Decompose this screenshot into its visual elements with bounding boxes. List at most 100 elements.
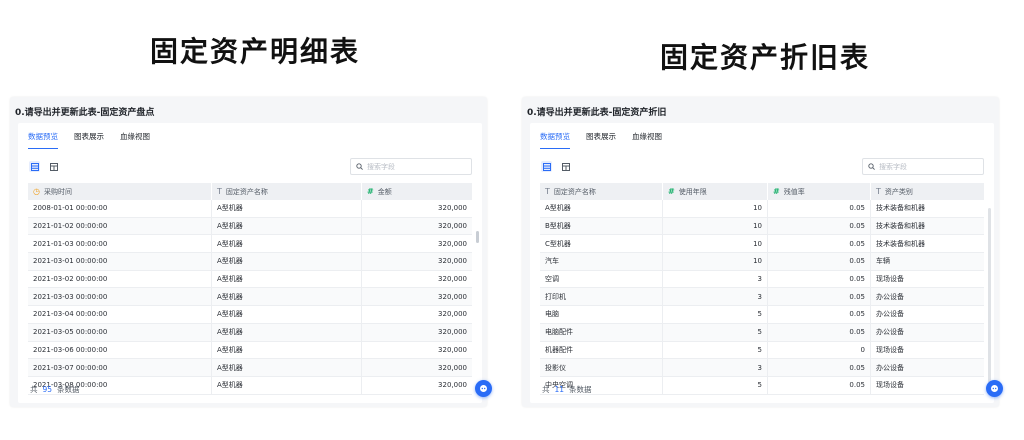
right-view-toggle [541,161,571,172]
left-scrollbar[interactable] [476,231,479,243]
right-tabs: 数据预览 图表展示 血缘视图 [540,131,662,149]
column-header[interactable]: T 资产类别 [871,183,984,200]
tab-chart-view[interactable]: 图表展示 [74,131,104,149]
table-cell: 5 [663,323,768,341]
table-row[interactable]: 空调 3 0.05 现场设备 [540,270,984,289]
table-row[interactable]: 机器配件 5 0 现场设备 [540,341,984,360]
column-header[interactable]: # 金额 [362,183,472,200]
table-row[interactable]: 中央空调 5 0.05 现场设备 [540,376,984,395]
left-tabs: 数据预览 图表展示 血缘视图 [28,131,150,149]
table-cell: 2021-03-05 00:00:00 [28,323,212,341]
right-panel-title: 0.请导出并更新此表-固定资产折旧 [527,108,667,118]
grid-view-icon[interactable] [48,161,59,172]
table-row[interactable]: 2021-01-03 00:00:00 A型机器 320,000 [28,235,472,254]
text-type-icon: T [217,187,222,196]
table-cell: A型机器 [212,235,362,253]
right-scrollbar[interactable] [988,208,991,383]
table-row[interactable]: 2008-01-01 00:00:00 A型机器 320,000 [28,200,472,218]
table-cell: 0.05 [768,323,871,341]
table-cell: 2008-01-01 00:00:00 [28,200,212,217]
left-record-count: 共 95 条数据 [30,385,80,394]
table-cell: A型机器 [212,270,362,288]
table-view-icon[interactable] [29,161,40,172]
table-row[interactable]: 2021-03-05 00:00:00 A型机器 320,000 [28,323,472,342]
table-row[interactable]: C型机器 10 0.05 技术装备和机器 [540,235,984,254]
table-cell: 320,000 [438,275,467,284]
grid-view-icon[interactable] [560,161,571,172]
column-header[interactable]: # 残值率 [768,183,871,200]
table-row[interactable]: 电脑 5 0.05 办公设备 [540,306,984,324]
table-cell: 车辆 [876,257,890,266]
table-cell: A型机器 [212,323,362,341]
table-row[interactable]: 电脑配件 5 0.05 办公设备 [540,323,984,342]
tab-data-preview[interactable]: 数据预览 [540,131,570,149]
left-search-input[interactable]: 搜索字段 [350,158,472,175]
tab-lineage-view[interactable]: 血缘视图 [632,131,662,149]
table-cell: 2021-01-03 00:00:00 [28,235,212,253]
table-cell: 办公设备 [876,363,904,372]
right-search-input[interactable]: 搜索字段 [862,158,984,175]
right-panel: 0.请导出并更新此表-固定资产折旧 数据预览 图表展示 血缘视图 搜索字段 T [522,97,999,407]
tab-chart-view[interactable]: 图表展示 [586,131,616,149]
right-page-title: 固定资产折旧表 [660,41,871,74]
table-row[interactable]: 2021-03-07 00:00:00 A型机器 320,000 [28,359,472,377]
table-cell: 320,000 [438,381,467,390]
table-cell: 2021-03-07 00:00:00 [28,359,212,376]
column-header[interactable]: ◷ 采购时间 [28,183,212,200]
table-cell: 320,000 [438,239,467,248]
left-panel: 0.请导出并更新此表-固定资产盘点 数据预览 图表展示 血缘视图 搜索字段 ◷ [10,97,487,407]
tab-lineage-view[interactable]: 血缘视图 [120,131,150,149]
table-cell: 0.05 [768,359,871,376]
table-cell: 电脑 [540,306,663,323]
table-cell: 3 [663,359,768,376]
table-row[interactable]: 2021-03-08 00:00:00 A型机器 320,000 [28,376,472,395]
table-cell: 5 [663,306,768,323]
table-row[interactable]: 2021-03-03 00:00:00 A型机器 320,000 [28,288,472,307]
column-header[interactable]: T 固定资产名称 [212,183,362,200]
table-cell: 0.05 [768,200,871,217]
table-cell: 2021-03-04 00:00:00 [28,306,212,323]
search-placeholder: 搜索字段 [879,162,907,171]
table-row[interactable]: 打印机 3 0.05 办公设备 [540,288,984,307]
table-row[interactable]: 2021-03-01 00:00:00 A型机器 320,000 [28,253,472,271]
right-panel-content: 数据预览 图表展示 血缘视图 搜索字段 T 固定资产名称 # 使用年限 # 残值… [530,123,994,403]
table-cell: 320,000 [438,310,467,319]
column-header[interactable]: # 使用年限 [663,183,768,200]
table-cell: 10 [663,235,768,253]
table-cell: C型机器 [540,235,663,253]
search-placeholder: 搜索字段 [367,162,395,171]
text-type-icon: T [545,187,550,196]
table-cell: 320,000 [438,328,467,337]
left-table: ◷ 采购时间 T 固定资产名称 # 金额 2008-01-01 00:00:00… [28,183,472,395]
chat-icon [480,385,487,392]
table-cell: 320,000 [438,292,467,301]
number-type-icon: # [773,187,780,196]
assistant-button[interactable] [475,380,492,397]
table-row[interactable]: 2021-03-04 00:00:00 A型机器 320,000 [28,306,472,324]
table-cell: 现场设备 [876,381,904,390]
table-row[interactable]: 汽车 10 0.05 车辆 [540,253,984,271]
table-body: A型机器 10 0.05 技术装备和机器 B型机器 10 0.05 技术装备和机器 C型机器 10… [540,200,984,395]
table-cell: A型机器 [540,200,663,217]
table-row[interactable]: A型机器 10 0.05 技术装备和机器 [540,200,984,218]
table-cell: 0.05 [768,217,871,235]
table-row[interactable]: 2021-03-06 00:00:00 A型机器 320,000 [28,341,472,360]
table-row[interactable]: 2021-03-02 00:00:00 A型机器 320,000 [28,270,472,289]
column-header[interactable]: T 固定资产名称 [540,183,663,200]
number-type-icon: # [367,187,374,196]
table-cell: 10 [663,253,768,270]
table-row[interactable]: B型机器 10 0.05 技术装备和机器 [540,217,984,236]
table-view-icon[interactable] [541,161,552,172]
table-cell: A型机器 [212,341,362,359]
table-cell: 电脑配件 [540,323,663,341]
table-cell: 0.05 [768,270,871,288]
table-cell: 2021-03-06 00:00:00 [28,341,212,359]
left-panel-content: 数据预览 图表展示 血缘视图 搜索字段 ◷ 采购时间 T 固定资产名称 # 金额… [18,123,482,403]
tab-data-preview[interactable]: 数据预览 [28,131,58,149]
table-row[interactable]: 2021-01-02 00:00:00 A型机器 320,000 [28,217,472,236]
table-cell: 投影仪 [540,359,663,376]
table-body: 2008-01-01 00:00:00 A型机器 320,000 2021-01-02… [28,200,472,395]
table-cell: 10 [663,200,768,217]
table-row[interactable]: 投影仪 3 0.05 办公设备 [540,359,984,377]
assistant-button[interactable] [986,380,1003,397]
